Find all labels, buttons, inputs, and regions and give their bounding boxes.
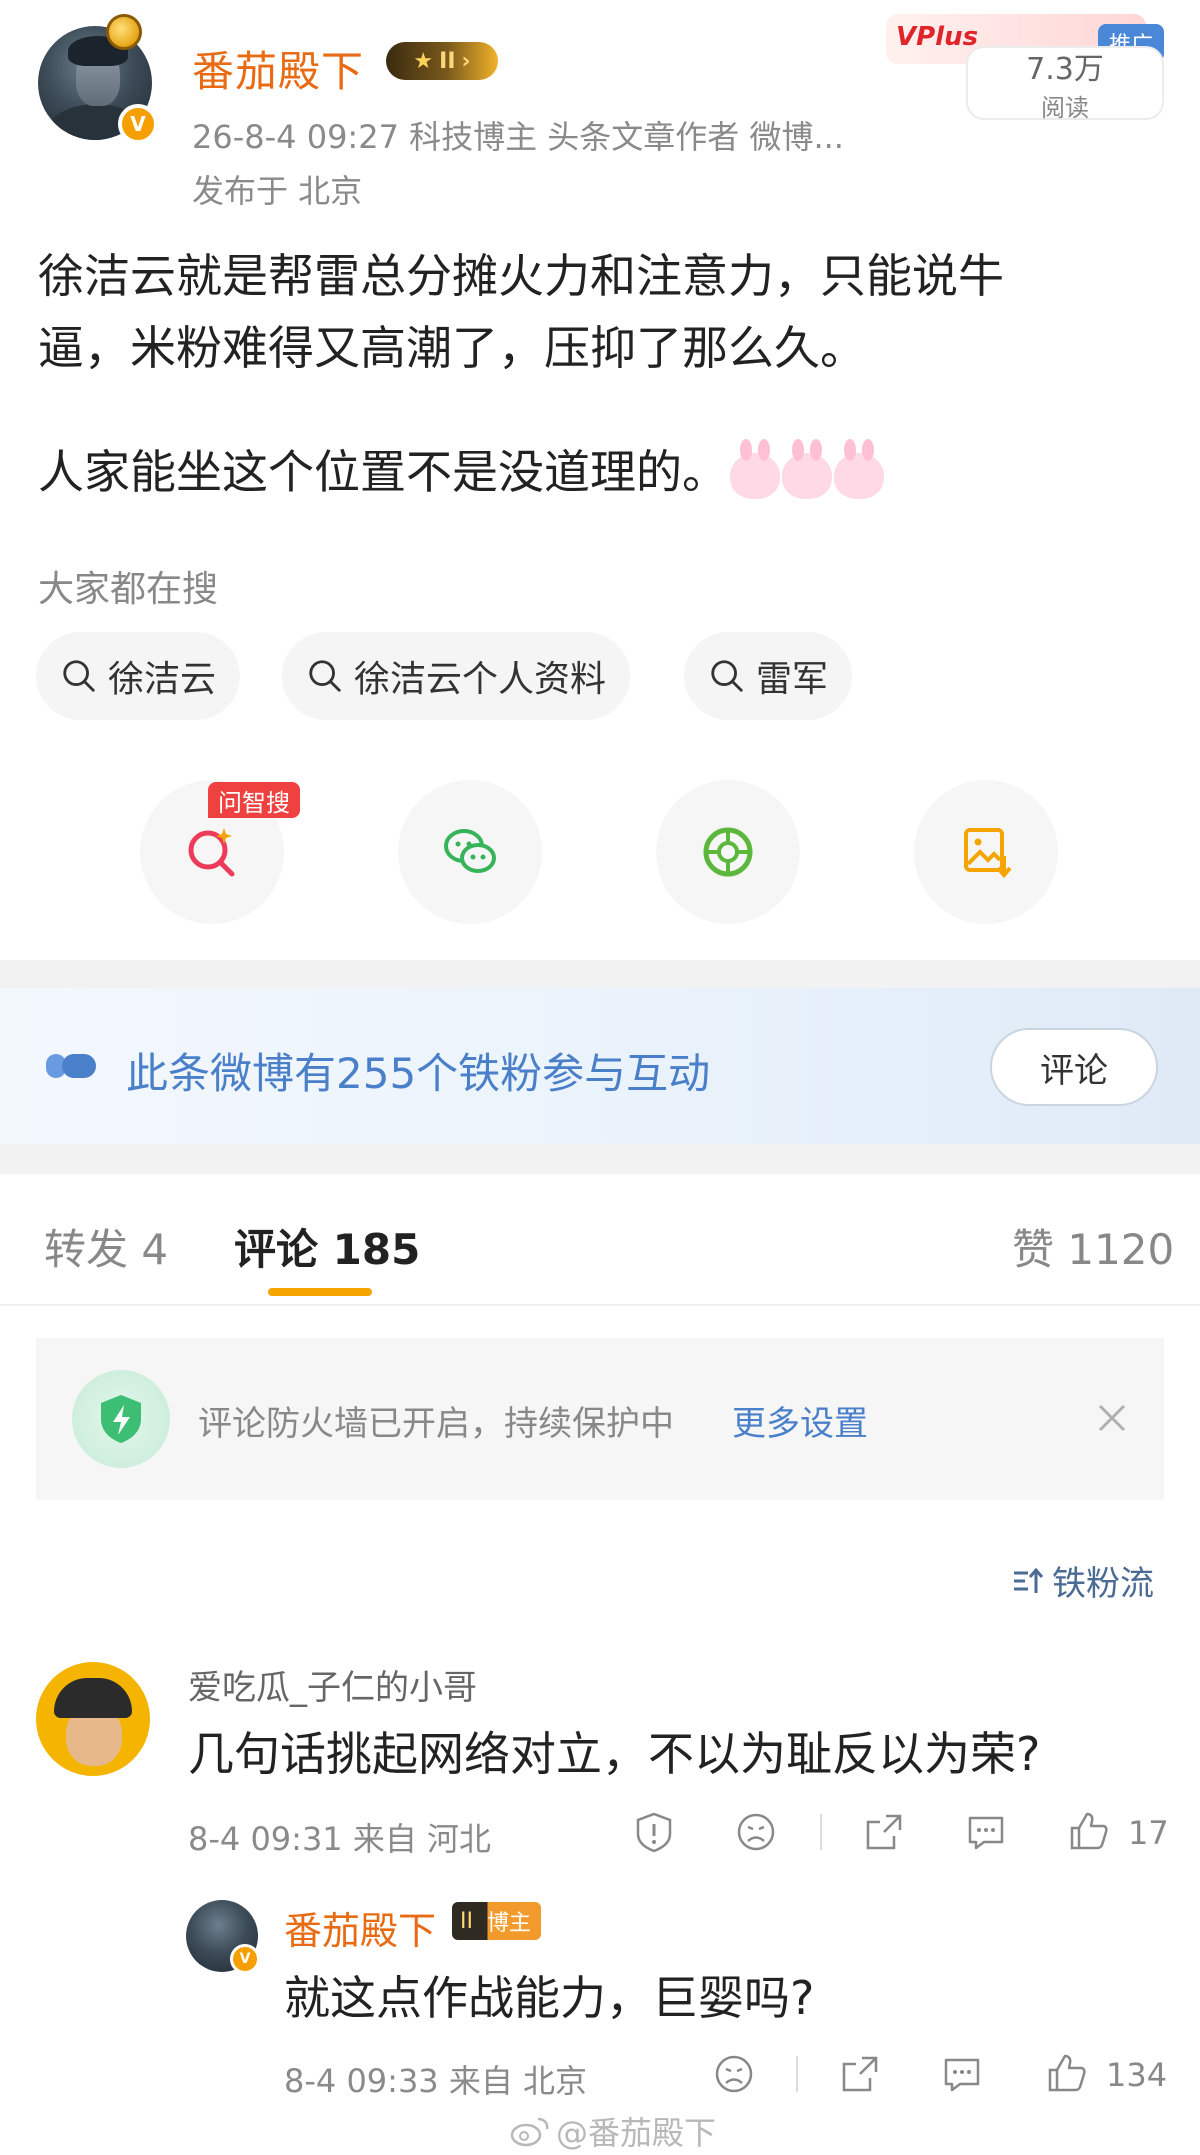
like-count: 17 bbox=[1128, 1814, 1169, 1852]
comment-icon[interactable] bbox=[940, 2052, 984, 2096]
search-icon bbox=[309, 660, 341, 692]
watermark: @番茄殿下 bbox=[510, 2108, 716, 2154]
share-icon[interactable] bbox=[838, 2052, 882, 2096]
wechat-share-button[interactable] bbox=[398, 780, 542, 924]
crown-icon: ★ bbox=[413, 48, 434, 74]
like-icon[interactable] bbox=[1066, 1808, 1110, 1852]
iron-fans-icon bbox=[46, 1054, 96, 1078]
section-divider bbox=[0, 960, 1200, 988]
moments-icon bbox=[703, 827, 753, 877]
search-icon bbox=[711, 660, 743, 692]
post-text: 徐洁云就是帮雷总分摊火力和注意力，只能说牛 逼，米粉难得又高潮了，压抑了那么久。… bbox=[38, 240, 1168, 508]
active-tab-indicator bbox=[268, 1288, 372, 1296]
firewall-text: 评论防火墙已开启，持续保护中 bbox=[198, 1404, 674, 1444]
post-text-line: 人家能坐这个位置不是没道理的。 bbox=[38, 436, 1168, 508]
action-separator bbox=[820, 1814, 822, 1850]
section-divider bbox=[0, 1144, 1200, 1174]
wechat-icon bbox=[444, 829, 496, 873]
search-chip-label: 徐洁云个人资料 bbox=[354, 659, 607, 700]
verified-badge-icon: V bbox=[230, 1944, 260, 1974]
tab-repost[interactable]: 转发 4 bbox=[44, 1216, 168, 1277]
dislike-face-icon[interactable] bbox=[734, 1810, 778, 1854]
comment-button[interactable]: 评论 bbox=[990, 1028, 1158, 1106]
sort-by-fans-button[interactable]: 铁粉流 bbox=[1010, 1556, 1154, 1605]
bunny-emoji-icon bbox=[730, 438, 780, 499]
post-meta: 26-8-4 09:27 科技博主 头条文章作者 微博... bbox=[192, 118, 844, 156]
ai-search-tag: 问智搜 bbox=[208, 782, 300, 818]
level-badge-text: II bbox=[439, 48, 456, 74]
commenter-avatar[interactable] bbox=[36, 1662, 150, 1776]
bunny-emoji-icon bbox=[782, 438, 832, 499]
action-separator bbox=[796, 2056, 798, 2092]
moments-share-button[interactable] bbox=[656, 780, 800, 924]
search-chip[interactable]: 徐洁云 bbox=[36, 632, 241, 720]
read-label: 阅读 bbox=[1041, 93, 1089, 122]
reply-badge-level: II bbox=[460, 1908, 473, 1934]
comment-meta: 8-4 09:31 来自 河北 bbox=[188, 1820, 492, 1858]
tab-comment[interactable]: 评论 185 bbox=[234, 1216, 420, 1277]
avatar-pendant-icon bbox=[106, 14, 142, 50]
bunny-emoji-icon bbox=[834, 438, 884, 499]
search-hint-label: 大家都在搜 bbox=[38, 569, 219, 610]
search-chip[interactable]: 雷军 bbox=[684, 632, 853, 720]
save-image-button[interactable] bbox=[914, 780, 1058, 924]
ai-search-icon bbox=[188, 828, 235, 877]
reply-text: 就这点作战能力，巨婴吗? bbox=[284, 1971, 815, 2025]
author-name[interactable]: 番茄殿下 bbox=[192, 38, 364, 99]
watermark-text: @番茄殿下 bbox=[556, 2114, 717, 2152]
weibo-logo-icon bbox=[510, 2117, 549, 2147]
like-count: 134 bbox=[1106, 2056, 1168, 2094]
read-count: 7.3万 bbox=[1026, 51, 1104, 87]
comment-text: 几句话挑起网络对立，不以为耻反以为荣? bbox=[188, 1727, 1041, 1781]
comment-icon[interactable] bbox=[964, 1810, 1008, 1854]
search-chip-label: 雷军 bbox=[756, 659, 829, 700]
tab-like[interactable]: 赞 1120 bbox=[1012, 1216, 1174, 1277]
reply-meta: 8-4 09:33 来自 北京 bbox=[284, 2062, 588, 2100]
save-image-icon bbox=[964, 828, 1012, 879]
share-icon[interactable] bbox=[862, 1810, 906, 1854]
search-icon bbox=[63, 660, 95, 692]
blogger-badge: II 博主 bbox=[452, 1902, 541, 1940]
search-chip[interactable]: 徐洁云个人资料 bbox=[282, 632, 631, 720]
level-badge[interactable]: ★ II › bbox=[386, 42, 498, 80]
dislike-face-icon[interactable] bbox=[712, 2052, 756, 2096]
report-icon[interactable] bbox=[632, 1810, 676, 1854]
shield-icon bbox=[72, 1370, 170, 1468]
chevron-right-icon: › bbox=[461, 48, 471, 74]
post-text-line: 逼，米粉难得又高潮了，压抑了那么久。 bbox=[38, 321, 866, 375]
tab-divider bbox=[0, 1304, 1200, 1306]
commenter-name[interactable]: 爱吃瓜_子仁的小哥 bbox=[188, 1660, 477, 1709]
verified-badge-icon: V bbox=[118, 104, 158, 144]
post-text-line3: 人家能坐这个位置不是没道理的。 bbox=[38, 445, 728, 499]
reply-author-name[interactable]: 番茄殿下 bbox=[284, 1900, 436, 1955]
post-text-line: 徐洁云就是帮雷总分摊火力和注意力，只能说牛 bbox=[38, 249, 1004, 303]
promo-text: VPlus bbox=[896, 22, 979, 52]
reply-badge-label: 博主 bbox=[486, 1911, 531, 1936]
sort-label: 铁粉流 bbox=[1052, 1564, 1154, 1604]
more-settings-link[interactable]: 更多设置 bbox=[732, 1396, 868, 1445]
iron-fans-text: 此条微博有255个铁粉参与互动 bbox=[126, 1049, 711, 1098]
close-icon[interactable] bbox=[1092, 1398, 1132, 1438]
read-count-box: 7.3万 阅读 bbox=[966, 46, 1164, 122]
like-icon[interactable] bbox=[1044, 2050, 1088, 2094]
search-chip-label: 徐洁云 bbox=[108, 659, 217, 700]
sort-icon bbox=[1014, 1567, 1044, 1593]
post-location: 发布于 北京 bbox=[192, 172, 363, 210]
